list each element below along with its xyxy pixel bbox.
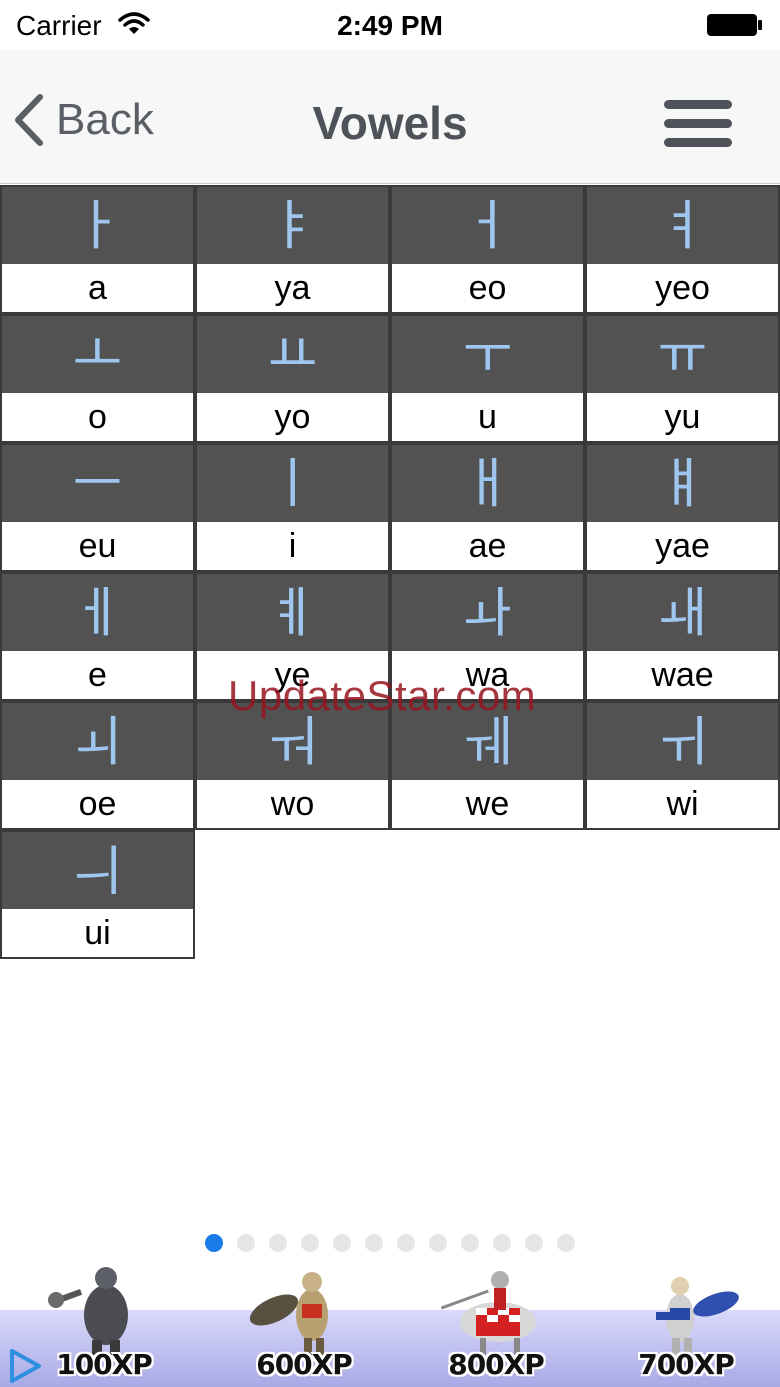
page-dot[interactable]	[557, 1234, 575, 1252]
vowel-romanization: ya	[274, 268, 311, 307]
page-dot[interactable]	[493, 1234, 511, 1252]
vowel-romanization: we	[465, 784, 510, 823]
ad-unit: 800XP	[436, 1260, 556, 1387]
vowel-glyph: ㅚ	[2, 703, 193, 780]
vowel-glyph: ㅙ	[587, 574, 778, 651]
vowel-cell-wo[interactable]: ㅝ wo	[195, 701, 390, 830]
page-indicator	[0, 1234, 780, 1252]
vowel-romanization: yae	[655, 526, 710, 565]
status-time: 2:49 PM	[337, 10, 443, 41]
page-dot[interactable]	[269, 1234, 287, 1252]
page-title: Vowels	[312, 97, 468, 149]
nav-bar: Back Vowels	[0, 50, 780, 184]
vowel-cell-we[interactable]: ㅞ we	[390, 701, 585, 830]
vowel-romanization: eu	[78, 526, 117, 565]
vowel-romanization: oe	[78, 784, 117, 823]
vowel-romanization: ui	[84, 913, 111, 952]
menu-button[interactable]	[664, 100, 732, 148]
ad-xp-label: 600XP	[256, 1348, 353, 1381]
ad-banner[interactable]: 100XP 600XP 800XP 700XP	[0, 1260, 780, 1387]
cavalry-figure-icon	[440, 1271, 536, 1355]
knight-figure-icon	[249, 1272, 328, 1355]
vowel-romanization: eo	[468, 268, 507, 307]
ad-unit: 600XP	[244, 1260, 364, 1387]
vowel-cell-yeo[interactable]: ㅕ yeo	[585, 185, 780, 314]
ad-xp-label: 100XP	[56, 1348, 153, 1381]
page-dot[interactable]	[429, 1234, 447, 1252]
vowel-glyph: ㅣ	[197, 445, 388, 522]
vowel-cell-oe[interactable]: ㅚ oe	[0, 701, 195, 830]
vowel-romanization: wae	[651, 655, 714, 694]
vowel-grid: ㅏ a ㅑ ya ㅓ eo ㅕ yeo ㅗ o ㅛ yo ㅜ u ㅠ yu ㅡ eu ㅣ i ㅐ ae ㅒ yae ㅔ e ㅖ ye ㅘ…	[0, 185, 780, 965]
vowel-romanization: yeo	[655, 268, 710, 307]
vowel-romanization: wo	[270, 784, 315, 823]
ad-xp-label: 800XP	[448, 1348, 545, 1381]
vowel-cell-eu[interactable]: ㅡ eu	[0, 443, 195, 572]
vowel-cell-u[interactable]: ㅜu	[390, 314, 585, 443]
ad-xp-label: 700XP	[638, 1348, 735, 1381]
vowel-cell-a[interactable]: ㅏa	[0, 185, 195, 314]
vowel-cell-i[interactable]: ㅣi	[195, 443, 390, 572]
page-dot[interactable]	[365, 1234, 383, 1252]
vowel-glyph: ㅏ	[2, 187, 193, 264]
vowel-cell-yo[interactable]: ㅛ yo	[195, 314, 390, 443]
page-dot[interactable]	[397, 1234, 415, 1252]
vowel-glyph: ㅘ	[392, 574, 583, 651]
vowel-cell-ya[interactable]: ㅑ ya	[195, 185, 390, 314]
vowel-glyph: ㅛ	[197, 316, 388, 393]
vowel-glyph: ㅖ	[197, 574, 388, 651]
vowel-cell-o[interactable]: ㅗo	[0, 314, 195, 443]
warrior-figure-icon	[48, 1267, 128, 1355]
vowel-romanization: u	[478, 397, 497, 436]
page-dot[interactable]	[237, 1234, 255, 1252]
page-dot[interactable]	[301, 1234, 319, 1252]
watermark: UpdateStar.com	[228, 672, 537, 719]
vowel-romanization: a	[88, 268, 107, 307]
vowel-romanization: ae	[468, 526, 507, 565]
vowel-romanization: wi	[666, 784, 699, 823]
vowel-cell-e[interactable]: ㅔe	[0, 572, 195, 701]
vowel-glyph: ㅢ	[2, 832, 193, 909]
battery-icon	[707, 14, 762, 36]
vowel-glyph: ㅑ	[197, 187, 388, 264]
status-bar: Carrier 2:49 PM	[0, 0, 780, 50]
vowel-glyph: ㅜ	[392, 316, 583, 393]
vowel-glyph: ㅕ	[587, 187, 778, 264]
vowel-cell-wae[interactable]: ㅙ wae	[585, 572, 780, 701]
page-dot[interactable]	[461, 1234, 479, 1252]
vowel-cell-eo[interactable]: ㅓ eo	[390, 185, 585, 314]
vowel-romanization: yu	[664, 397, 701, 436]
page-dot[interactable]	[333, 1234, 351, 1252]
vowel-glyph: ㅡ	[2, 445, 193, 522]
archer-figure-icon	[656, 1277, 739, 1355]
vowel-glyph: ㅗ	[2, 316, 193, 393]
vowel-cell-ui[interactable]: ㅢ ui	[0, 830, 195, 959]
vowel-romanization: e	[88, 655, 107, 694]
vowel-romanization: o	[88, 397, 107, 436]
page-dot[interactable]	[525, 1234, 543, 1252]
vowel-glyph: ㅐ	[392, 445, 583, 522]
page-dot[interactable]	[205, 1234, 223, 1252]
vowel-cell-yae[interactable]: ㅒ yae	[585, 443, 780, 572]
vowel-romanization: i	[288, 526, 297, 565]
ad-play-icon	[10, 1349, 41, 1383]
ad-unit: 100XP	[44, 1260, 164, 1387]
vowel-glyph: ㅒ	[587, 445, 778, 522]
vowel-glyph: ㅠ	[587, 316, 778, 393]
vowel-cell-yu[interactable]: ㅠ yu	[585, 314, 780, 443]
vowel-cell-ae[interactable]: ㅐ ae	[390, 443, 585, 572]
ad-unit: 700XP	[626, 1260, 746, 1387]
vowel-glyph: ㅔ	[2, 574, 193, 651]
vowel-romanization: yo	[274, 397, 311, 436]
vowel-glyph: ㅟ	[587, 703, 778, 780]
vowel-cell-wi[interactable]: ㅟ wi	[585, 701, 780, 830]
vowel-glyph: ㅓ	[392, 187, 583, 264]
